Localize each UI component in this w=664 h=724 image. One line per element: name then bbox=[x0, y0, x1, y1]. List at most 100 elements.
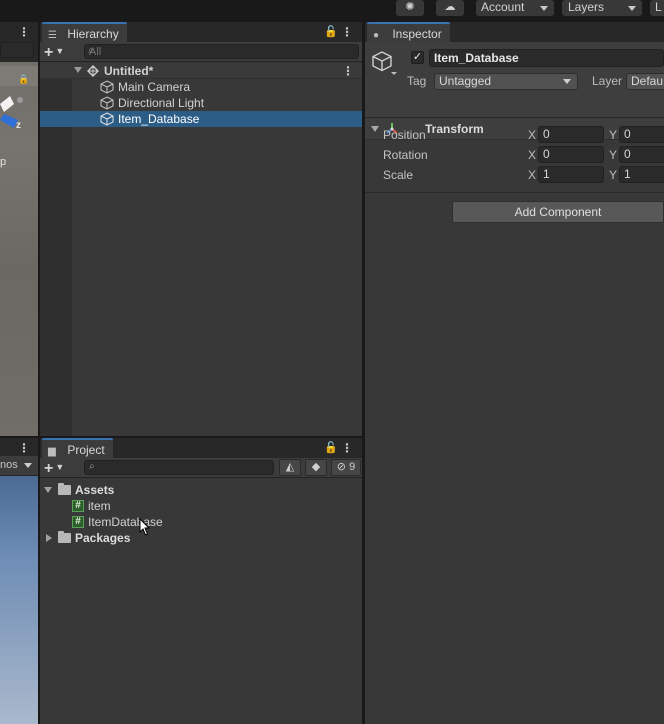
account-dropdown[interactable]: Account bbox=[476, 0, 554, 16]
tag-dropdown[interactable]: Untagged bbox=[434, 73, 578, 90]
tag-label: Tag bbox=[407, 74, 427, 88]
folder-packages[interactable]: Packages bbox=[40, 530, 362, 546]
search-icon: ⌕ bbox=[89, 461, 95, 472]
axis-y-label[interactable]: Y bbox=[609, 168, 617, 182]
project-search-input[interactable] bbox=[84, 460, 274, 475]
layer-value: Defau bbox=[631, 74, 664, 88]
scale-x-input[interactable]: 1 bbox=[538, 166, 604, 183]
add-component-button[interactable]: Add Component bbox=[452, 201, 664, 223]
game-tab-strip: ⋮ bbox=[0, 438, 38, 456]
layout-label: L bbox=[655, 0, 662, 14]
game-view[interactable]: ⋮ nos bbox=[0, 438, 38, 724]
scene-view[interactable]: ⋮ z p 🔒 bbox=[0, 22, 38, 436]
hierarchy-item-item-database[interactable]: Item_Database bbox=[40, 111, 362, 127]
transform-row-position: Position X 0 Y 0 bbox=[365, 125, 664, 145]
collab-button[interactable]: ✺ bbox=[396, 0, 424, 16]
folder-label: Assets bbox=[75, 483, 115, 497]
asset-label: ItemDatabase bbox=[88, 515, 163, 529]
search-by-type-button[interactable]: ◭ bbox=[279, 459, 301, 476]
axis-x-label[interactable]: X bbox=[528, 148, 536, 162]
field-label: Rotation bbox=[383, 148, 428, 162]
scene-row[interactable]: Untitled* ⋮ bbox=[40, 63, 362, 79]
field-label: Position bbox=[383, 128, 426, 142]
folder-label: Packages bbox=[75, 531, 131, 545]
tag-value: Untagged bbox=[439, 74, 492, 88]
asset-itemdatabase-script[interactable]: # ItemDatabase bbox=[40, 514, 362, 530]
inspector-panel: ● Inspector ✓ Item_Database Tag Untagged… bbox=[365, 22, 664, 724]
create-button[interactable]: + ▼ bbox=[44, 43, 64, 61]
layout-dropdown[interactable]: L bbox=[650, 0, 664, 16]
scene-gizmo-icon[interactable] bbox=[0, 92, 26, 132]
mouse-cursor-icon bbox=[139, 518, 151, 536]
tab-project[interactable]: ▆ Project bbox=[42, 438, 113, 458]
more-icon[interactable]: ⋮ bbox=[18, 441, 30, 455]
hierarchy-item-label: Item_Database bbox=[118, 112, 200, 126]
search-by-label-button[interactable]: ◆ bbox=[305, 459, 327, 476]
more-icon[interactable]: ⋮ bbox=[341, 25, 353, 39]
project-tab-strip: ▆ Project 🔓 ⋮ bbox=[40, 438, 362, 458]
filter-type-icon: ◭ bbox=[285, 461, 295, 473]
axis-x-label[interactable]: X bbox=[528, 168, 536, 182]
hierarchy-search-input[interactable] bbox=[84, 44, 359, 59]
scene-persp-label: p bbox=[0, 156, 7, 168]
project-search-row: + ▼ ⌕ ◭ ◆ ⊘ 9 bbox=[40, 458, 362, 478]
axis-x-label[interactable]: X bbox=[528, 128, 536, 142]
scale-y-input[interactable]: 1 bbox=[619, 166, 664, 183]
more-icon[interactable]: ⋮ bbox=[341, 441, 353, 455]
chevron-down-icon bbox=[628, 6, 636, 11]
lock-icon[interactable]: 🔒 bbox=[18, 74, 29, 85]
position-y-input[interactable]: 0 bbox=[619, 126, 664, 143]
csharp-script-icon: # bbox=[72, 500, 84, 512]
eye-slash-icon: ⊘ bbox=[336, 461, 347, 473]
hierarchy-item-directional-light[interactable]: Directional Light bbox=[40, 95, 362, 111]
more-icon[interactable]: ⋮ bbox=[18, 25, 30, 39]
inspector-header: ✓ Item_Database Tag Untagged Layer Defau bbox=[365, 42, 664, 118]
tab-hierarchy[interactable]: ☰ Hierarchy bbox=[42, 22, 127, 42]
scene-search-field[interactable] bbox=[0, 42, 34, 58]
active-checkbox[interactable]: ✓ bbox=[411, 51, 424, 64]
chevron-down-icon[interactable] bbox=[24, 463, 32, 468]
gameobject-cube-icon bbox=[100, 80, 114, 94]
asset-item-script[interactable]: # item bbox=[40, 498, 362, 514]
more-icon[interactable]: ⋮ bbox=[342, 63, 354, 79]
object-name-field[interactable]: Item_Database bbox=[429, 49, 664, 67]
layer-dropdown[interactable]: Defau bbox=[626, 73, 664, 90]
hierarchy-panel: ☰ Hierarchy 🔓 ⋮ +▼ ⌕ Untitled* ⋮ Main Ca… bbox=[40, 22, 362, 436]
folder-open-icon bbox=[58, 483, 71, 495]
hidden-count: 9 bbox=[349, 461, 356, 473]
tab-inspector[interactable]: ● Inspector bbox=[367, 22, 450, 42]
position-x-input[interactable]: 0 bbox=[538, 126, 604, 143]
cloud-button[interactable]: ☁ bbox=[436, 0, 464, 16]
hierarchy-item-main-camera[interactable]: Main Camera bbox=[40, 79, 362, 95]
inspector-tab-strip: ● Inspector bbox=[365, 22, 664, 42]
asset-label: item bbox=[88, 499, 111, 513]
rotation-y-input[interactable]: 0 bbox=[619, 146, 664, 163]
collab-icon: ✺ bbox=[405, 1, 415, 13]
chevron-down-icon[interactable] bbox=[74, 67, 82, 73]
main-toolbar: ✺ ☁ Account Layers L bbox=[0, 0, 664, 18]
inspector-tab-label: Inspector bbox=[392, 27, 442, 41]
chevron-right-icon[interactable] bbox=[46, 534, 52, 542]
game-toolbar: nos bbox=[0, 456, 38, 476]
gameobject-cube-icon[interactable] bbox=[371, 50, 397, 76]
folder-assets[interactable]: Assets bbox=[40, 482, 362, 498]
hidden-packages-button[interactable]: ⊘ 9 bbox=[331, 459, 361, 476]
scene-toolbar: ⋮ bbox=[0, 22, 38, 62]
create-button[interactable]: + ▼ bbox=[44, 459, 64, 477]
axis-y-label[interactable]: Y bbox=[609, 148, 617, 162]
hierarchy-tab-strip: ☰ Hierarchy 🔓 ⋮ bbox=[40, 22, 362, 42]
layers-label: Layers bbox=[568, 0, 605, 14]
folder-icon bbox=[58, 531, 71, 543]
gizmos-dropdown[interactable]: nos bbox=[0, 459, 18, 471]
hierarchy-tree[interactable]: Untitled* ⋮ Main Camera Directional Ligh… bbox=[40, 63, 362, 436]
project-tab-label: Project bbox=[67, 443, 105, 457]
hierarchy-search-row: +▼ ⌕ bbox=[40, 42, 362, 62]
layers-dropdown[interactable]: Layers bbox=[562, 0, 642, 16]
search-icon: ⌕ bbox=[88, 45, 94, 56]
lock-icon[interactable]: 🔓 bbox=[324, 441, 338, 454]
chevron-down-icon[interactable] bbox=[44, 487, 52, 493]
axis-y-label[interactable]: Y bbox=[609, 128, 617, 142]
lock-icon[interactable]: 🔓 bbox=[324, 25, 338, 38]
rotation-x-input[interactable]: 0 bbox=[538, 146, 604, 163]
transform-row-scale: Scale X 1 Y 1 bbox=[365, 165, 664, 185]
